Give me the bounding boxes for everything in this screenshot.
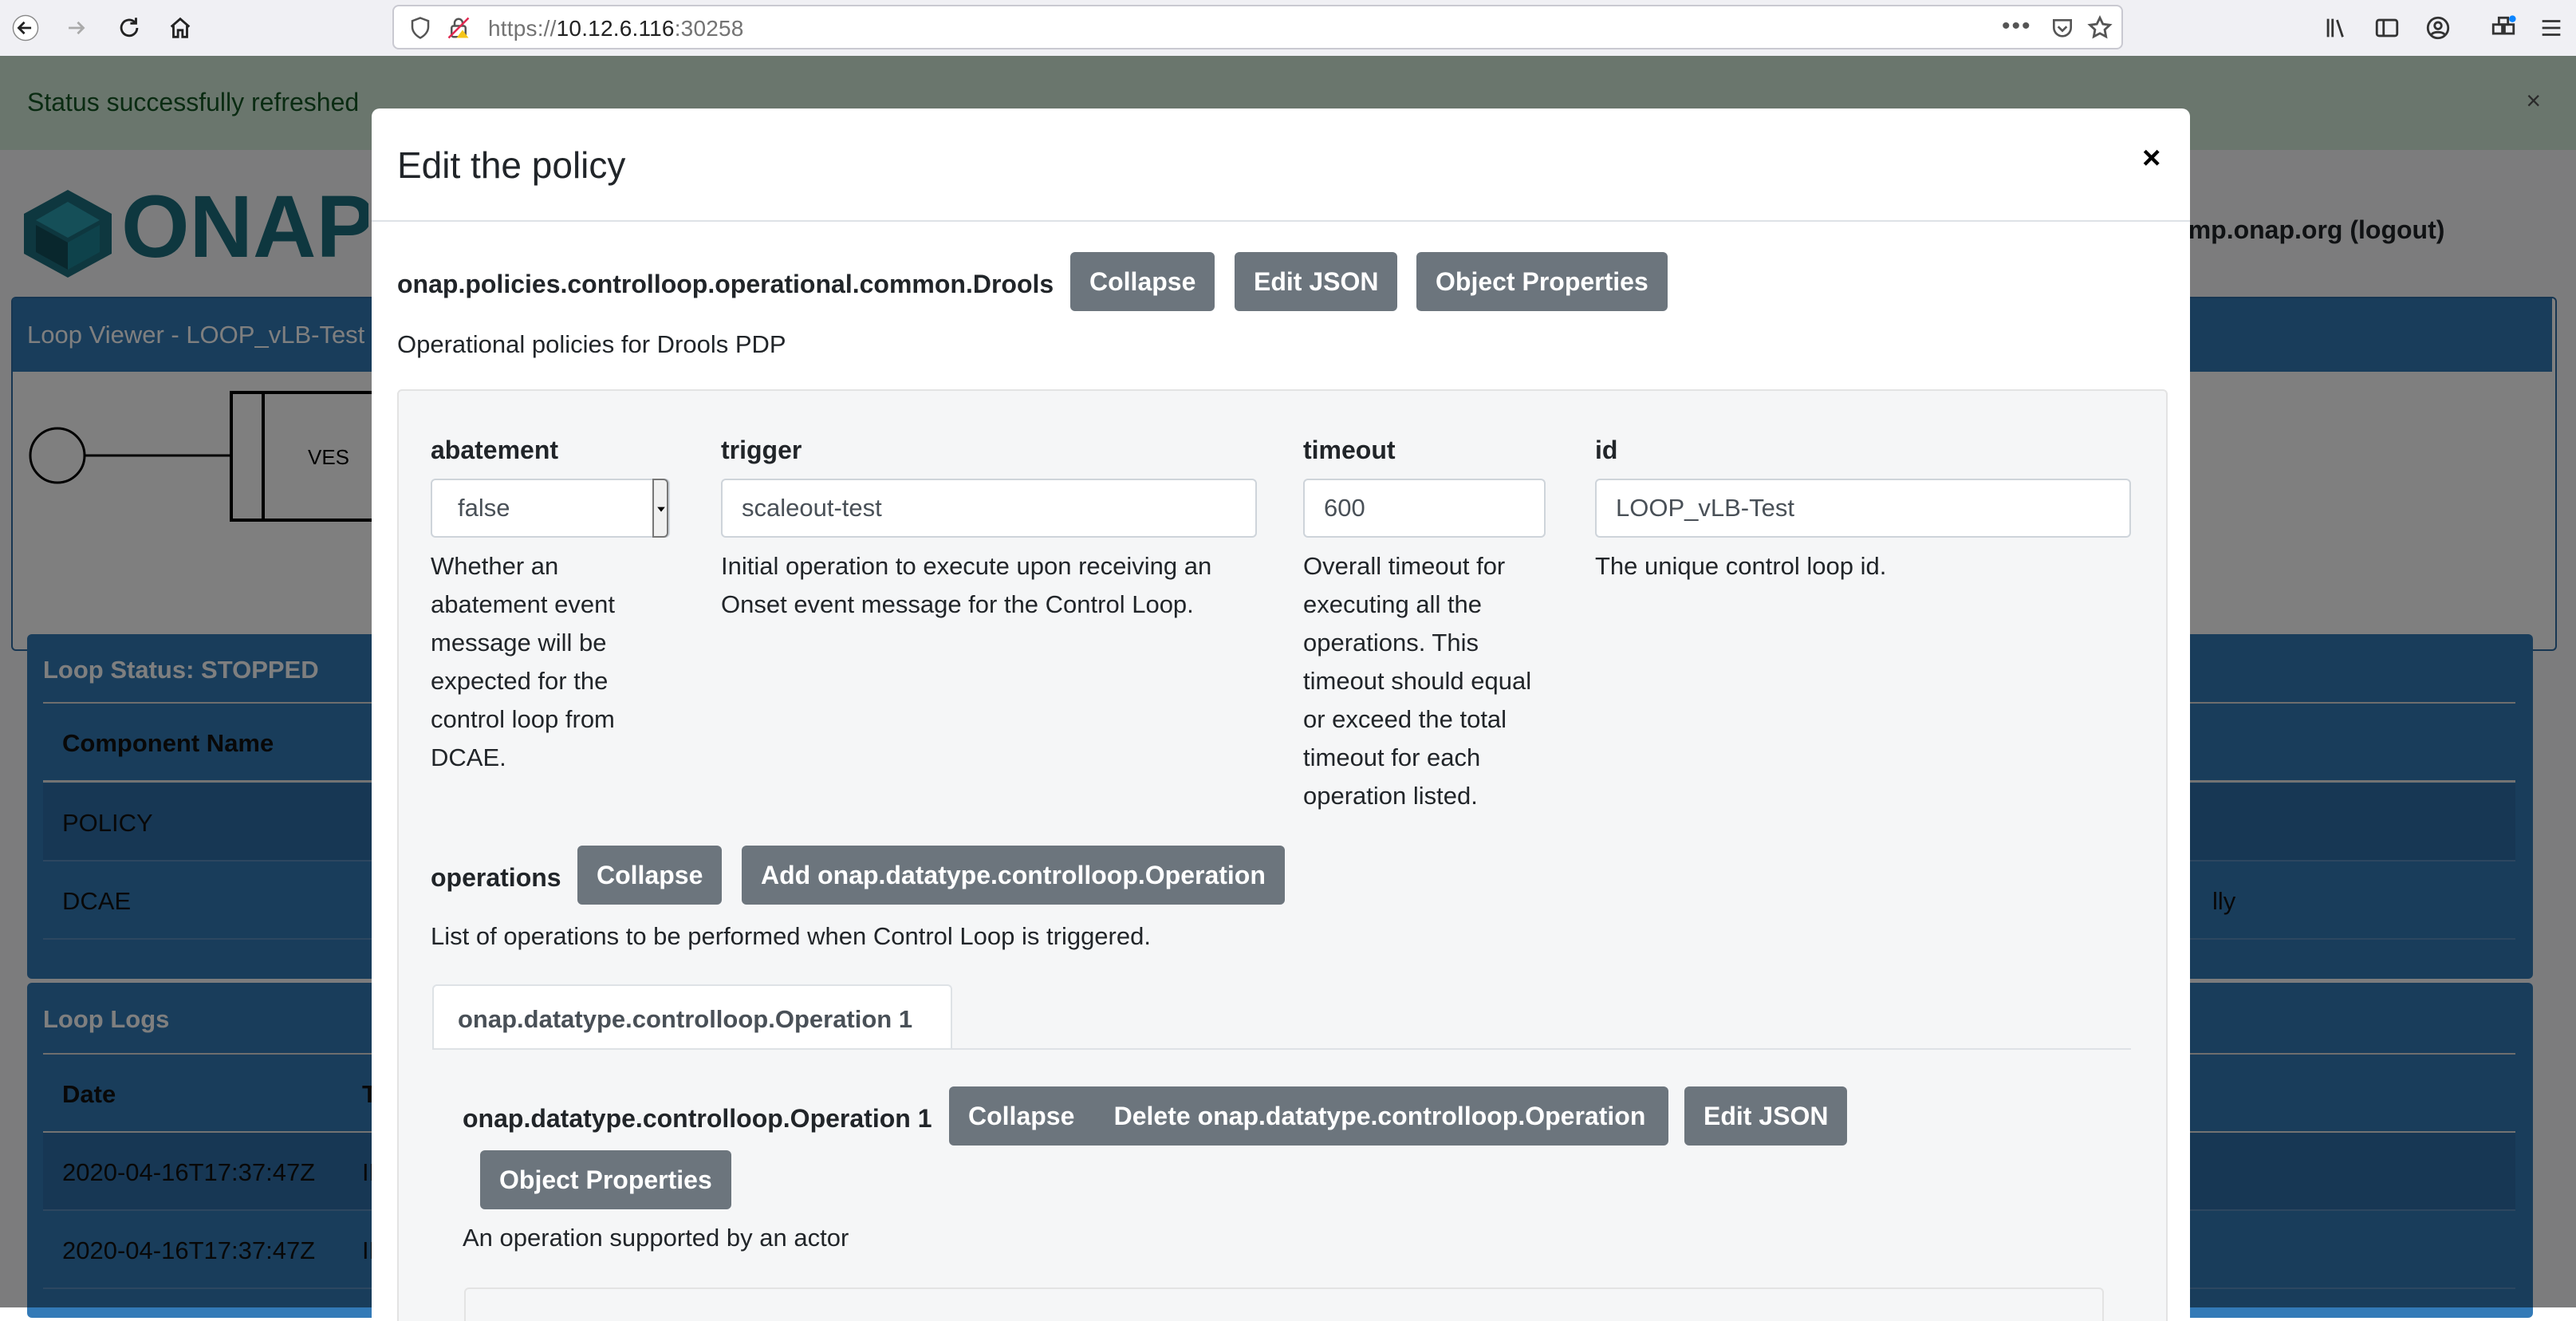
url-text: https://10.12.6.116:30258 xyxy=(488,16,744,41)
timeout-input[interactable] xyxy=(1303,479,1546,538)
operation-item-title: onap.datatype.controlloop.Operation 1 xyxy=(463,1104,932,1133)
tab-label: onap.datatype.controlloop.Operation 1 xyxy=(458,1005,913,1033)
reload-icon xyxy=(120,18,139,37)
id-label: id xyxy=(1595,436,1618,464)
abatement-value: false xyxy=(458,494,510,522)
forward-arrow-icon xyxy=(69,21,85,35)
trigger-input[interactable] xyxy=(721,479,1257,538)
operation-collapse-button[interactable]: Collapse xyxy=(949,1086,1093,1146)
page-actions-icon[interactable]: ••• xyxy=(2002,13,2032,40)
modal-divider xyxy=(372,220,2190,222)
modal-title: Edit the policy xyxy=(397,144,626,186)
shield-icon[interactable] xyxy=(408,16,432,40)
back-arrow-icon xyxy=(12,14,39,41)
bookmark-star-icon[interactable] xyxy=(2086,14,2113,41)
timeout-label: timeout xyxy=(1303,436,1396,464)
abatement-label: abatement xyxy=(431,436,559,464)
operations-label: operations xyxy=(431,863,561,892)
modal-close-icon[interactable]: × xyxy=(2142,140,2160,176)
delete-operation-button[interactable]: Delete onap.datatype.controlloop.Operati… xyxy=(1091,1086,1668,1146)
abatement-description: Whether an abatement event message will … xyxy=(431,552,615,771)
address-bar[interactable]: https://10.12.6.116:30258 ••• xyxy=(392,5,2123,49)
policy-description: Operational policies for Drools PDP xyxy=(397,330,786,358)
id-description: The unique control loop id. xyxy=(1595,552,1887,580)
operations-description: List of operations to be performed when … xyxy=(431,922,1151,950)
collapse-button[interactable]: Collapse xyxy=(1070,252,1215,311)
home-icon xyxy=(170,17,191,38)
object-properties-button[interactable]: Object Properties xyxy=(1416,252,1668,311)
edit-policy-modal: Edit the policy × onap.policies.controll… xyxy=(372,108,2190,1321)
extensions-icon[interactable] xyxy=(2485,10,2522,46)
insecure-lock-icon[interactable] xyxy=(447,16,471,40)
dropdown-arrow-icon[interactable] xyxy=(652,479,668,538)
back-button[interactable] xyxy=(3,6,48,49)
tab-divider xyxy=(432,1048,2131,1050)
trigger-label: trigger xyxy=(721,436,802,464)
pocket-icon[interactable] xyxy=(2050,16,2075,41)
account-icon[interactable] xyxy=(2420,10,2456,46)
reload-button[interactable] xyxy=(107,6,152,49)
operation-object-properties-button[interactable]: Object Properties xyxy=(480,1150,731,1209)
id-input[interactable] xyxy=(1595,479,2131,538)
menu-icon[interactable] xyxy=(2533,10,2570,46)
add-operation-button[interactable]: Add onap.datatype.controlloop.Operation xyxy=(742,846,1285,905)
policy-type-label: onap.policies.controlloop.operational.co… xyxy=(397,270,1054,298)
sidebar-icon[interactable] xyxy=(2369,10,2405,46)
home-button[interactable] xyxy=(158,6,203,49)
browser-toolbar: https://10.12.6.116:30258 ••• xyxy=(0,0,2576,57)
operation-description: An operation supported by an actor xyxy=(463,1224,849,1252)
tab-operation-1[interactable]: onap.datatype.controlloop.Operation 1 xyxy=(432,984,952,1050)
timeout-description: Overall timeout for executing all the op… xyxy=(1303,552,1532,810)
library-icon[interactable] xyxy=(2318,10,2354,46)
operation-edit-json-button[interactable]: Edit JSON xyxy=(1684,1086,1848,1146)
abatement-select[interactable]: false xyxy=(431,479,670,538)
forward-button[interactable] xyxy=(54,6,99,49)
trigger-description: Initial operation to execute upon receiv… xyxy=(721,552,1212,618)
operations-collapse-button[interactable]: Collapse xyxy=(577,846,723,905)
operation-properties-well xyxy=(464,1287,2104,1321)
edit-json-button[interactable]: Edit JSON xyxy=(1235,252,1398,311)
